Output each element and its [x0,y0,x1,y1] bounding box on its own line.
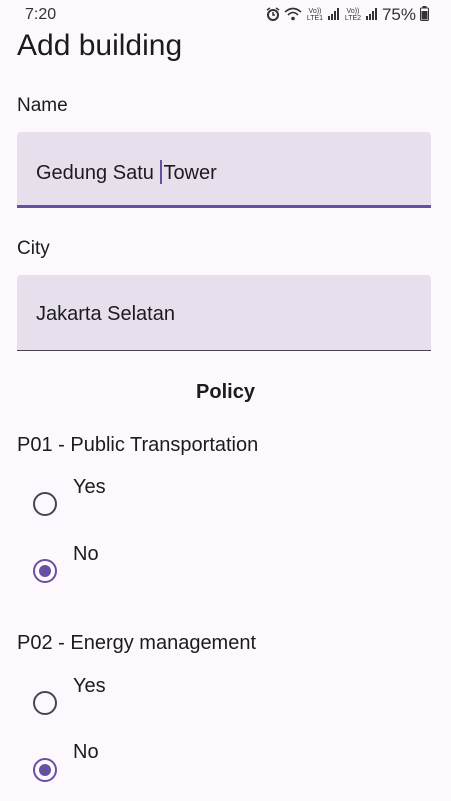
name-label: Name [17,95,68,116]
city-field[interactable]: Jakarta Selatan [17,275,431,351]
city-field-value: Jakarta Selatan [36,303,175,325]
status-icons: Vo)) LTE1 Vo)) LTE2 75% [266,5,429,25]
p01-no-label[interactable]: No [73,543,99,566]
radio-selected-dot [39,565,51,577]
battery-percent: 75% [381,5,416,24]
city-label: City [17,238,50,259]
status-bar: 7:20 Vo)) LTE1 Vo)) LTE2 75% [0,0,451,30]
p01-yes-radio[interactable] [33,492,57,516]
p02-yes-radio[interactable] [33,691,57,715]
wifi-icon [284,7,302,24]
status-time: 7:20 [25,6,57,23]
p02-yes-label[interactable]: Yes [73,675,106,698]
name-field[interactable]: Gedung Satu Tower [17,132,431,208]
name-value-before-cursor: Gedung Satu [36,162,160,184]
p02-no-radio[interactable] [33,758,57,782]
page-title: Add building [17,29,183,62]
p01-yes-label[interactable]: Yes [73,476,106,499]
p01-no-radio[interactable] [33,559,57,583]
policy-heading: Policy [196,381,255,403]
policy-question-p01: P01 - Public Transportation [17,434,259,456]
name-field-value: Gedung Satu Tower [36,160,217,185]
p02-no-label[interactable]: No [73,741,99,764]
sim2-label: Vo)) LTE2 [344,8,362,22]
signal-icon [365,7,378,23]
sim1-label: Vo)) LTE1 [306,8,324,22]
policy-question-p02: P02 - Energy management [17,632,257,654]
name-value-after-cursor: Tower [163,162,217,184]
signal-icon [327,7,340,23]
alarm-icon [266,6,280,24]
radio-selected-dot [39,764,51,776]
battery-icon [420,6,429,24]
